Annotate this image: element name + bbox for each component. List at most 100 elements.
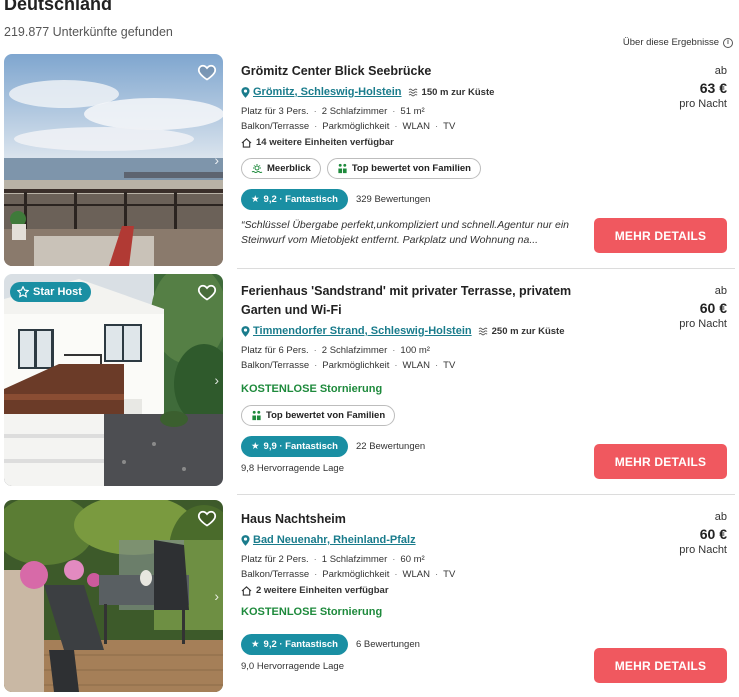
location-pin-icon [241, 534, 250, 546]
house-icon [241, 585, 252, 596]
amenity: TV [443, 121, 456, 132]
more-units-label: 2 weitere Einheiten verfügbar [256, 585, 389, 596]
specs: Platz für 6 Pers. · 2 Schlafzimmer · 100 m² … [241, 345, 456, 371]
coast-distance: 150 m zur Küste [408, 86, 495, 98]
location-pin-icon [241, 325, 250, 337]
favorite-heart-icon[interactable] [197, 508, 217, 528]
listing-photo[interactable]: › [4, 500, 223, 692]
review-snippet: “Schlüssel Übergabe perfekt,unkomplizier… [241, 219, 570, 246]
price-block: ab 60 € pro Nacht [679, 285, 727, 330]
amenity: TV [443, 360, 456, 371]
listing-title[interactable]: Haus Nachtsheim [241, 510, 581, 529]
more-units: 14 weitere Einheiten verfügbar [241, 137, 581, 148]
chevron-right-icon[interactable]: › [214, 372, 219, 388]
listing-photo[interactable]: Star Host › [4, 274, 223, 486]
divider [237, 494, 735, 495]
price: 60 € [699, 526, 727, 542]
rating-pill[interactable]: ★ 9,2 · Fantastisch [241, 634, 348, 655]
per-night: pro Nacht [679, 318, 727, 330]
spec-bedrooms: 2 Schlafzimmer [321, 106, 388, 117]
location-label: Grömitz, Schleswig-Holstein [253, 86, 402, 98]
house-icon [241, 137, 252, 148]
listing-info: Grömitz Center Blick Seebrücke Grömitz, … [241, 62, 581, 248]
amenity: Balkon/Terrasse [241, 569, 310, 580]
review-count[interactable]: 22 Bewertungen [356, 441, 425, 452]
chevron-right-icon[interactable]: › [214, 152, 219, 168]
spec-guests: Platz für 2 Pers. [241, 554, 309, 565]
star-seal-icon [17, 286, 29, 298]
amenity: Parkmöglichkeit [322, 569, 390, 580]
location-rating: 9,8 Hervorragende Lage [241, 463, 344, 474]
listing-title[interactable]: Ferienhaus 'Sandstrand' mit privater Ter… [241, 282, 581, 320]
location-label: Bad Neuenahr, Rheinland-Pfalz [253, 534, 416, 546]
star-host-label: Star Host [33, 286, 82, 298]
waves-icon [408, 88, 417, 96]
family-icon [252, 410, 261, 421]
per-night: pro Nacht [679, 544, 727, 556]
price: 60 € [699, 300, 727, 316]
sun-waves-icon [251, 163, 263, 173]
rating-label: 9,9 · Fantastisch [263, 441, 338, 452]
spec-area: 100 m² [400, 345, 430, 356]
rating-pill[interactable]: ★ 9,2 · Fantastisch [241, 189, 348, 210]
spec-bedrooms: 2 Schlafzimmer [321, 345, 388, 356]
listing-info: Haus Nachtsheim Bad Neuenahr, Rheinland-… [241, 510, 581, 672]
amenity: Balkon/Terrasse [241, 360, 310, 371]
spec-bedrooms: 1 Schlafzimmer [321, 554, 388, 565]
more-units-label: 14 weitere Einheiten verfügbar [256, 137, 394, 148]
more-units: 2 weitere Einheiten verfügbar [241, 585, 581, 596]
star-icon: ★ [251, 639, 260, 650]
rating-pill[interactable]: ★ 9,9 · Fantastisch [241, 436, 348, 457]
listing-card: › Haus Nachtsheim Bad Neuenahr, Rheinlan… [4, 500, 735, 697]
badge-label: Top bewertet von Familien [266, 410, 386, 421]
listing-location[interactable]: Timmendorfer Strand, Schleswig-Holstein [241, 325, 472, 337]
star-host-badge: Star Host [10, 282, 91, 302]
rating-label: 9,2 · Fantastisch [263, 639, 338, 650]
listing-card: Star Host › Ferienhaus 'Sandstrand' mit … [4, 274, 735, 486]
price-prefix: ab [714, 65, 727, 77]
more-details-button[interactable]: MEHR DETAILS [594, 218, 727, 253]
specs: Platz für 2 Pers. · 1 Schlafzimmer · 60 m² B… [241, 554, 456, 580]
listing-title[interactable]: Grömitz Center Blick Seebrücke [241, 62, 581, 81]
location-rating: 9,0 Hervorragende Lage [241, 661, 344, 672]
location-label: Timmendorfer Strand, Schleswig-Holstein [253, 325, 472, 337]
review-count[interactable]: 6 Bewertungen [356, 639, 420, 650]
spec-area: 60 m² [400, 554, 425, 565]
about-results-link[interactable]: Über diese Ergebnisse i [623, 37, 733, 48]
listing-photo[interactable]: › [4, 54, 223, 266]
family-icon [338, 163, 347, 174]
result-count: 219.877 Unterkünfte gefunden [4, 25, 173, 39]
badge-family-rated: Top bewertet von Familien [241, 405, 396, 426]
favorite-heart-icon[interactable] [197, 62, 217, 82]
more-details-button[interactable]: MEHR DETAILS [594, 648, 727, 683]
more-details-button[interactable]: MEHR DETAILS [594, 444, 727, 479]
badge-label: Meerblick [267, 163, 311, 174]
price-prefix: ab [714, 511, 727, 523]
coast-distance-label: 150 m zur Küste [421, 86, 495, 98]
badge-label: Top bewertet von Familien [351, 163, 471, 174]
listing-location[interactable]: Grömitz, Schleswig-Holstein [241, 86, 402, 98]
amenity: Parkmöglichkeit [322, 360, 390, 371]
coast-distance-label: 250 m zur Küste [491, 325, 565, 337]
listing-location[interactable]: Bad Neuenahr, Rheinland-Pfalz [241, 534, 416, 546]
star-icon: ★ [251, 194, 260, 205]
divider [237, 268, 735, 269]
free-cancellation: KOSTENLOSE Stornierung [241, 606, 383, 618]
amenity: WLAN [402, 569, 430, 580]
star-icon: ★ [251, 441, 260, 452]
free-cancellation: KOSTENLOSE Stornierung [241, 383, 383, 395]
info-icon: i [723, 37, 733, 48]
chevron-right-icon[interactable]: › [214, 588, 219, 604]
price-block: ab 60 € pro Nacht [679, 511, 727, 556]
waves-icon [478, 327, 488, 335]
coast-distance: 250 m zur Küste [478, 326, 565, 337]
amenity: WLAN [402, 121, 430, 132]
listing-info: Ferienhaus 'Sandstrand' mit privater Ter… [241, 282, 581, 474]
spec-area: 51 m² [400, 106, 425, 117]
amenity: Parkmöglichkeit [322, 121, 390, 132]
per-night: pro Nacht [679, 98, 727, 110]
favorite-heart-icon[interactable] [197, 282, 217, 302]
specs: Platz für 3 Pers. · 2 Schlafzimmer · 51 m² B… [241, 106, 456, 132]
review-count[interactable]: 329 Bewertungen [356, 194, 430, 205]
page-title: Deutschland [4, 0, 113, 14]
